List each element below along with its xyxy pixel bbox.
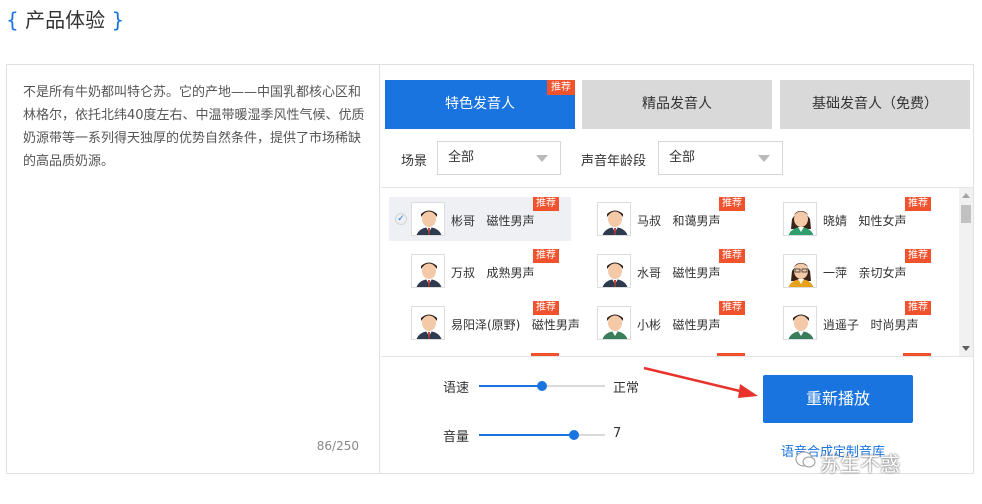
voice-name: 小彬 磁性男声 <box>637 318 721 332</box>
text-content[interactable]: 不是所有牛奶都叫特仑苏。它的产地——中国乳都核心区和林格尔，依托北纬40度左右、… <box>23 81 368 173</box>
voice-avatar <box>411 306 445 340</box>
check-icon[interactable]: ✓ <box>395 213 407 225</box>
recommend-badge: 推荐 <box>547 80 575 95</box>
watermark-text: 苏生不惑 <box>820 452 900 476</box>
volume-label: 音量 <box>443 430 470 445</box>
voice-config-panel: 特色发音人 推荐 精品发音人 基础发音人（免费） 场景 全部 声音年龄段 全部 <box>381 65 973 473</box>
voice-card[interactable]: 晓婧 知性女声 推荐 <box>761 197 943 241</box>
voice-card[interactable]: 马叔 和蔼男声 推荐 <box>575 197 757 241</box>
age-select[interactable]: 全部 <box>658 141 783 175</box>
recommend-badge: 推荐 <box>533 249 559 263</box>
tab-featured-voices[interactable]: 特色发音人 推荐 <box>385 80 575 129</box>
scene-value: 全部 <box>448 150 475 165</box>
speed-knob[interactable] <box>537 381 547 391</box>
next-row-badge <box>903 353 931 356</box>
char-counter: 86/250 <box>316 439 359 453</box>
tab-label: 基础发音人（免费） <box>812 96 938 112</box>
text-input-area[interactable]: 不是所有牛奶都叫特仑苏。它的产地——中国乳都核心区和林格尔，依托北纬40度左右、… <box>7 65 380 473</box>
voice-card[interactable]: 易阳泽(原野) 磁性男声 推荐 <box>389 301 580 345</box>
scene-select[interactable]: 全部 <box>437 141 561 175</box>
age-value: 全部 <box>669 150 696 165</box>
voice-avatar <box>597 202 631 236</box>
recommend-badge: 推荐 <box>719 197 745 211</box>
voice-name: 万叔 成熟男声 <box>451 266 535 280</box>
chevron-down-icon <box>758 155 770 162</box>
voice-name: 马叔 和蔼男声 <box>637 214 721 228</box>
voice-name: 一萍 亲切女声 <box>823 266 907 280</box>
chevron-down-icon <box>536 155 548 162</box>
voice-card[interactable]: 小彬 磁性男声 推荐 <box>575 301 757 345</box>
arrow-shaft <box>643 366 745 394</box>
recommend-badge: 推荐 <box>905 301 931 315</box>
voice-card[interactable]: 水哥 磁性男声 推荐 <box>575 249 757 293</box>
scroll-up-icon[interactable] <box>962 193 970 198</box>
recommend-badge: 推荐 <box>719 249 745 263</box>
experience-panel: 不是所有牛奶都叫特仑苏。它的产地——中国乳都核心区和林格尔，依托北纬40度左右、… <box>6 64 974 474</box>
age-label: 声音年龄段 <box>581 154 647 169</box>
tab-premium-voices[interactable]: 精品发音人 <box>582 80 772 129</box>
voice-avatar <box>597 306 631 340</box>
speed-slider[interactable] <box>479 381 605 391</box>
tab-label: 特色发音人 <box>445 96 515 112</box>
recommend-badge: 推荐 <box>905 197 931 211</box>
next-row-badge <box>531 353 559 356</box>
volume-knob[interactable] <box>568 430 579 440</box>
tab-label: 精品发音人 <box>642 96 712 112</box>
voice-name: 易阳泽(原野) 磁性男声 <box>451 318 580 332</box>
voice-avatar <box>783 202 817 236</box>
voice-avatar <box>411 254 445 288</box>
annotation-arrow-icon <box>643 366 758 398</box>
speed-fill <box>479 385 542 387</box>
scroll-down-icon[interactable] <box>962 346 970 351</box>
scroll-thumb[interactable] <box>961 205 971 223</box>
volume-value: 7 <box>613 426 622 441</box>
voice-card[interactable]: ✓ 彬哥 磁性男声 推荐 <box>389 197 571 241</box>
section-title: { 产品体验 } <box>6 4 124 33</box>
speed-value: 正常 <box>613 381 640 396</box>
voice-card[interactable]: 万叔 成熟男声 推荐 <box>389 249 571 293</box>
voice-name: 彬哥 磁性男声 <box>451 214 535 228</box>
brace-close: } <box>111 8 125 32</box>
voice-avatar <box>597 254 631 288</box>
voice-name: 晓婧 知性女声 <box>823 214 907 228</box>
scene-label: 场景 <box>401 154 428 169</box>
voice-card[interactable]: 逍遥子 时尚男声 推荐 <box>761 301 943 345</box>
voice-avatar <box>783 306 817 340</box>
recommend-badge: 推荐 <box>719 301 745 315</box>
voice-avatar <box>411 202 445 236</box>
wechat-icon <box>795 451 816 468</box>
recommend-badge: 推荐 <box>533 301 559 315</box>
volume-slider[interactable] <box>479 430 605 440</box>
tab-basic-voices[interactable]: 基础发音人（免费） <box>780 80 970 129</box>
speed-label: 语速 <box>443 381 470 396</box>
voice-list: ✓ 彬哥 磁性男声 推荐 马叔 和蔼男声 推荐 晓婧 知性女声 推荐 万叔 成熟男声 推荐 水哥 … <box>381 187 973 357</box>
next-row-badge <box>717 353 745 356</box>
voice-name: 水哥 磁性男声 <box>637 266 721 280</box>
voice-name: 逍遥子 时尚男声 <box>823 318 919 332</box>
page-title: 产品体验 <box>25 8 106 32</box>
arrow-head <box>738 384 758 398</box>
voice-avatar <box>783 254 817 288</box>
recommend-badge: 推荐 <box>905 249 931 263</box>
scrollbar[interactable] <box>959 188 973 356</box>
replay-button[interactable]: 重新播放 <box>763 375 913 423</box>
voice-card[interactable]: 一萍 亲切女声 推荐 <box>761 249 943 293</box>
volume-fill <box>479 434 574 436</box>
brace-open: { <box>6 8 19 32</box>
recommend-badge: 推荐 <box>533 197 559 211</box>
